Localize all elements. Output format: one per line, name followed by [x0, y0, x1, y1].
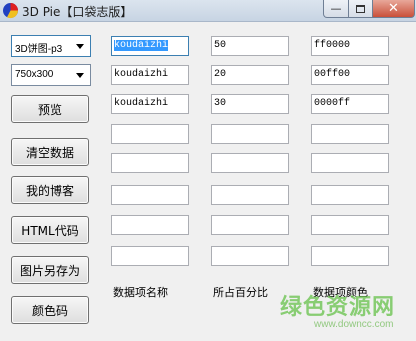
- app-pie-icon: [3, 3, 19, 19]
- preview-button[interactable]: 预览: [11, 95, 89, 123]
- item-percent-field[interactable]: [211, 215, 289, 235]
- item-color-field[interactable]: [311, 124, 389, 144]
- item-percent-field[interactable]: [211, 185, 289, 205]
- main-panel: 3D饼图-p3 750x300 预览 清空数据 我的博客 HTML代码 图片另存…: [0, 22, 416, 341]
- size-value: 750x300: [15, 69, 54, 80]
- minimize-icon: —: [330, 2, 342, 15]
- item-percent-field[interactable]: 30: [211, 94, 289, 114]
- item-color-field[interactable]: [311, 246, 389, 266]
- title-bar[interactable]: 3D Pie【口袋志版】 — ✕: [0, 0, 416, 22]
- item-name-value: koudaizhi: [114, 40, 169, 51]
- color-code-button[interactable]: 颜色码: [11, 296, 89, 324]
- item-name-field[interactable]: koudaizhi: [111, 94, 189, 114]
- item-color-field[interactable]: [311, 215, 389, 235]
- maximize-button[interactable]: [349, 0, 373, 18]
- item-color-field[interactable]: [311, 185, 389, 205]
- item-name-field[interactable]: [111, 124, 189, 144]
- item-percent-field[interactable]: [211, 124, 289, 144]
- item-name-field[interactable]: [111, 215, 189, 235]
- item-color-field[interactable]: [311, 153, 389, 173]
- minimize-button[interactable]: —: [323, 0, 349, 18]
- chevron-down-icon[interactable]: [76, 73, 84, 78]
- window-title: 3D Pie【口袋志版】: [22, 5, 133, 19]
- item-name-field[interactable]: koudaizhi: [111, 36, 189, 56]
- item-percent-field[interactable]: 50: [211, 36, 289, 56]
- chart-type-value: 3D饼图-p3: [15, 44, 63, 55]
- item-percent-field[interactable]: [211, 246, 289, 266]
- percent-column-caption: 所占百分比: [213, 286, 268, 299]
- name-column-caption: 数据项名称: [113, 286, 168, 299]
- item-color-field[interactable]: 00ff00: [311, 65, 389, 85]
- item-name-field[interactable]: [111, 246, 189, 266]
- chevron-down-icon[interactable]: [76, 44, 84, 49]
- item-name-field[interactable]: koudaizhi: [111, 65, 189, 85]
- close-button[interactable]: ✕: [373, 0, 415, 18]
- maximize-icon: [356, 4, 365, 13]
- clear-data-button[interactable]: 清空数据: [11, 138, 89, 166]
- item-color-field[interactable]: 0000ff: [311, 94, 389, 114]
- size-select[interactable]: 750x300: [11, 64, 91, 86]
- item-color-field[interactable]: ff0000: [311, 36, 389, 56]
- chart-type-select[interactable]: 3D饼图-p3: [11, 35, 91, 57]
- item-name-field[interactable]: [111, 153, 189, 173]
- item-percent-field[interactable]: 20: [211, 65, 289, 85]
- item-name-field[interactable]: [111, 185, 189, 205]
- close-icon: ✕: [388, 1, 399, 16]
- my-blog-button[interactable]: 我的博客: [11, 176, 89, 204]
- save-image-as-button[interactable]: 图片另存为: [11, 256, 89, 284]
- color-column-caption: 数据项颜色: [313, 286, 368, 299]
- html-code-button[interactable]: HTML代码: [11, 216, 89, 244]
- item-percent-field[interactable]: [211, 153, 289, 173]
